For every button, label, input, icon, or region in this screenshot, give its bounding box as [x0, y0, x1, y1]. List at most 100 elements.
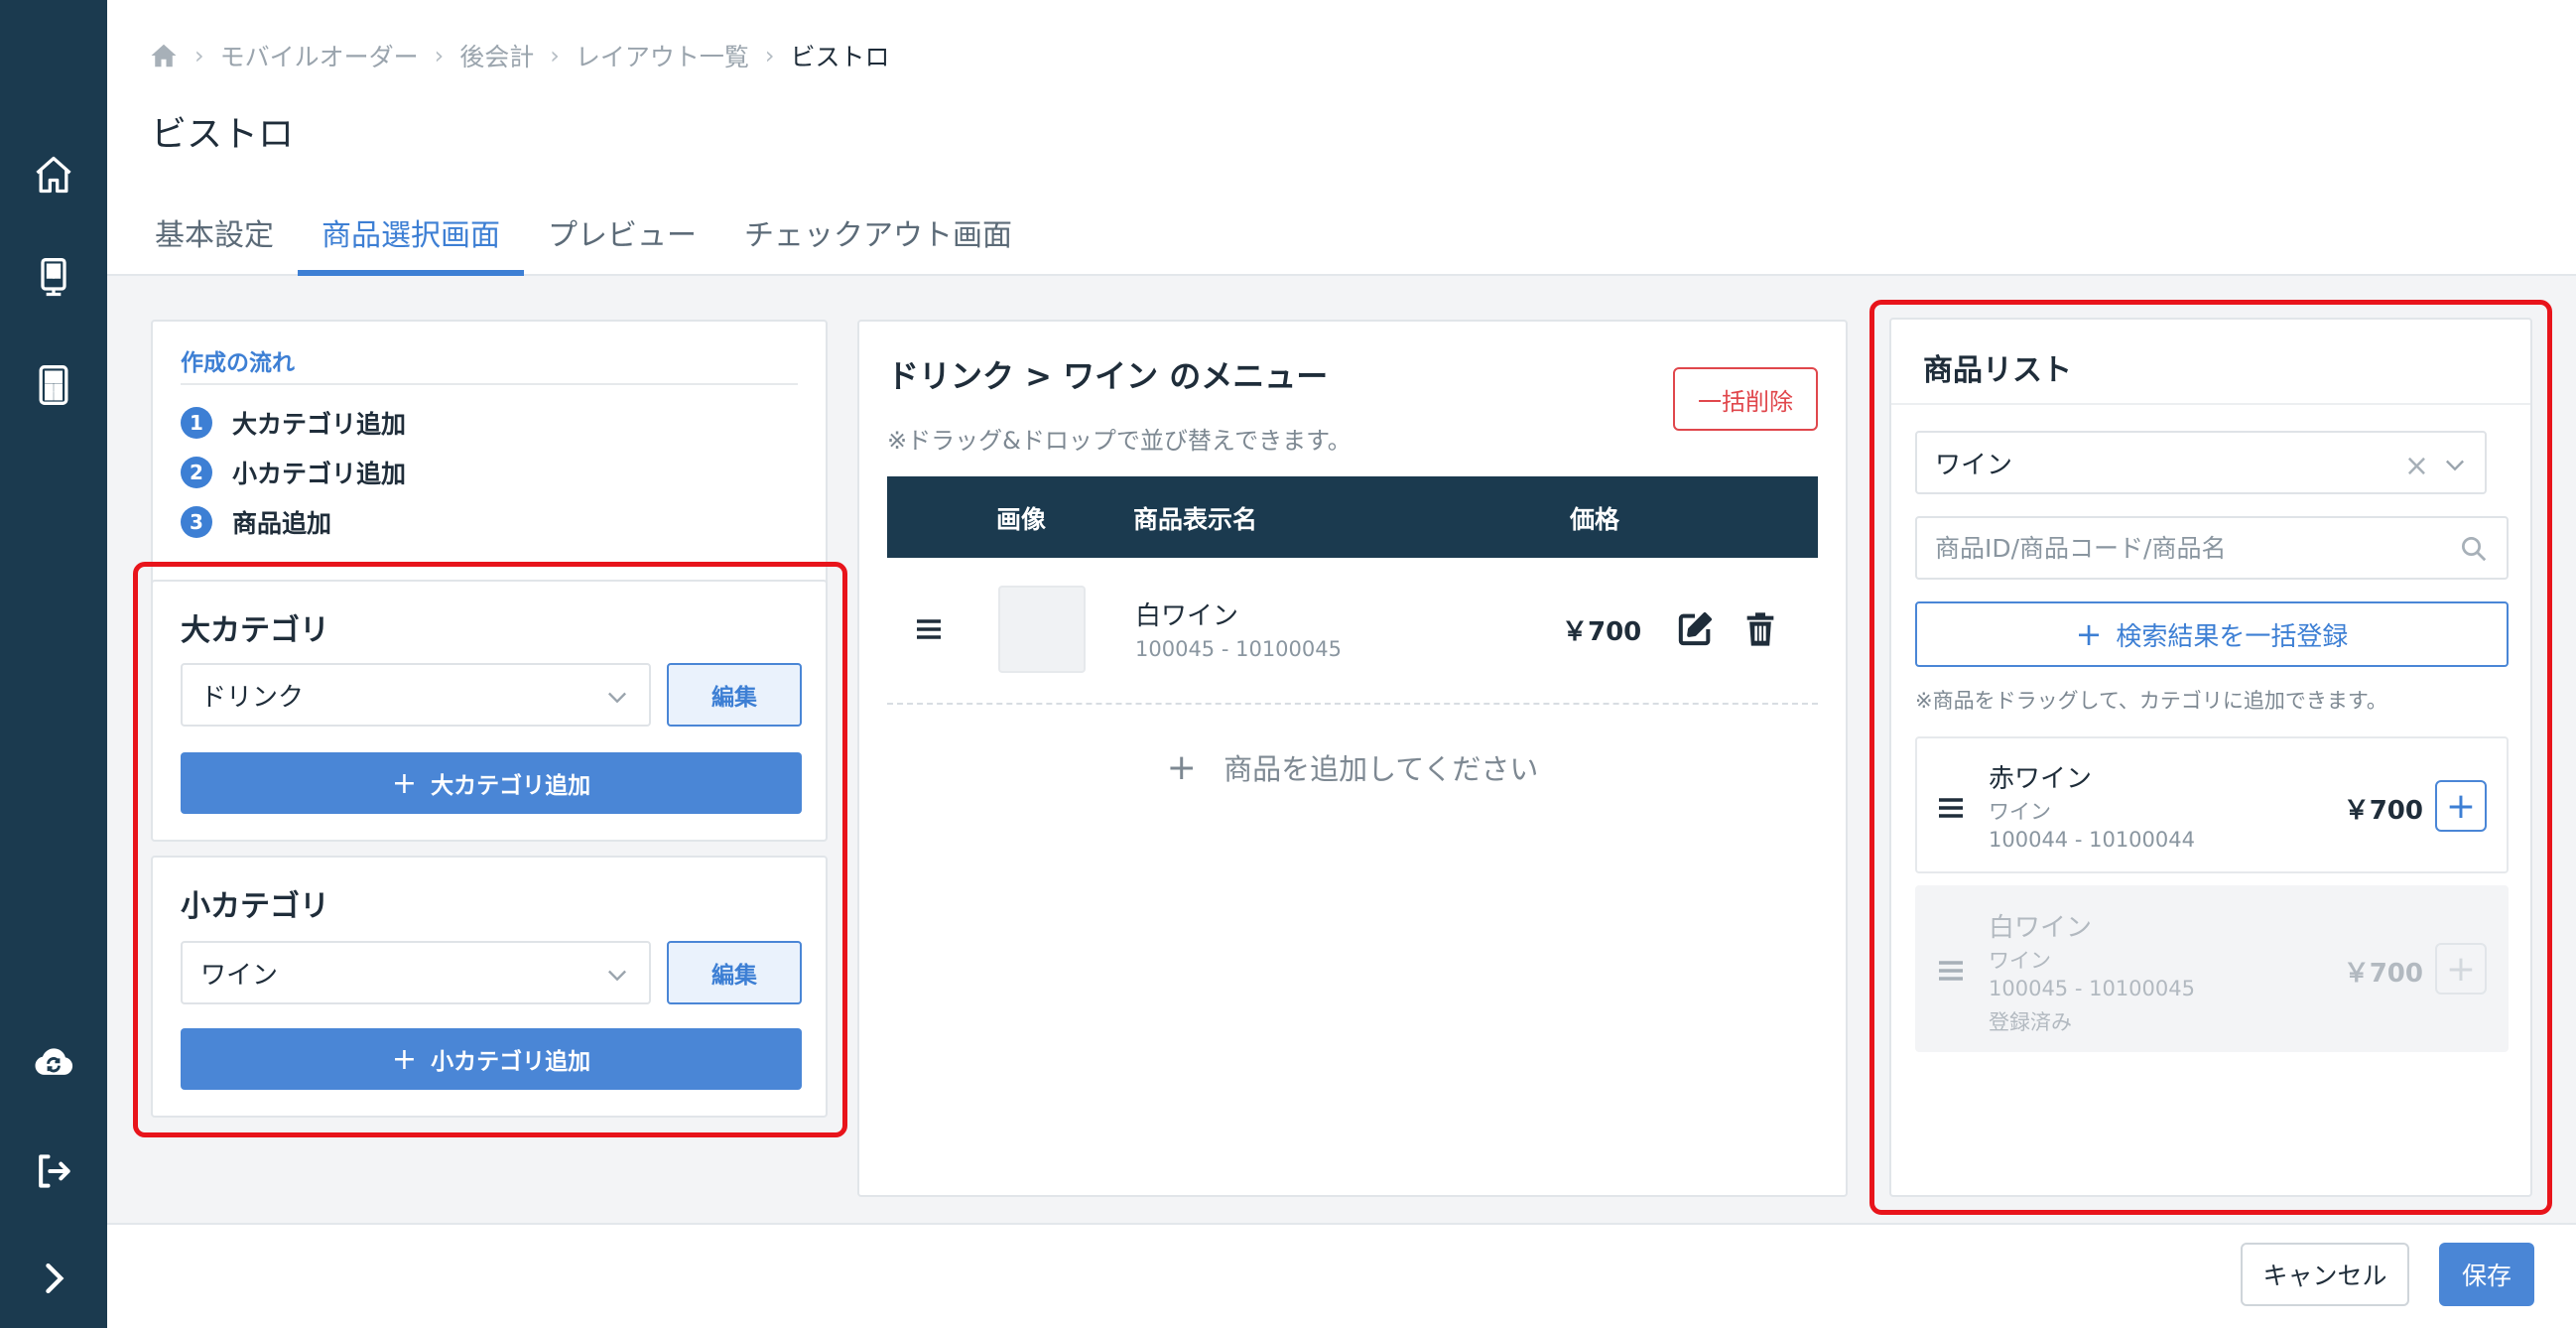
tablet-icon[interactable] [24, 355, 83, 415]
clear-icon[interactable]: × [2404, 449, 2429, 483]
page-header: › モバイルオーダー › 後会計 › レイアウト一覧 › ビストロ ビストロ 基… [107, 0, 2576, 276]
minor-category-card: 小カテゴリ ワイン 編集 + 小カテゴリ追加 [151, 856, 828, 1118]
edit-major-category-button[interactable]: 編集 [667, 663, 802, 727]
divider [181, 383, 798, 385]
chevron-right-icon[interactable] [24, 1249, 83, 1308]
minor-category-heading: 小カテゴリ [181, 889, 329, 924]
column-header-price: 価格 [1570, 505, 1620, 534]
bulk-register-button[interactable]: + 検索結果を一括登録 [1915, 601, 2509, 667]
home-icon[interactable] [24, 145, 83, 204]
tab-basic-settings[interactable]: 基本設定 [131, 199, 298, 276]
tab-checkout[interactable]: チェックアウト画面 [720, 199, 1036, 276]
plus-icon: + [391, 765, 418, 801]
product-code: 100045 - 10100045 [1135, 637, 1342, 661]
column-header-image: 画像 [996, 505, 1047, 534]
save-button[interactable]: 保存 [2439, 1243, 2534, 1306]
add-major-category-button[interactable]: + 大カテゴリ追加 [181, 752, 802, 814]
minor-category-select[interactable]: ワイン [181, 941, 651, 1004]
product-list-card: 商品リスト ワイン × + 検索結果を一括登録 ※商品をドラッグして、カテゴリに… [1889, 318, 2532, 1197]
chevron-down-icon [608, 692, 626, 704]
column-header-name: 商品表示名 [1133, 505, 1258, 534]
step-number: 2 [181, 457, 212, 488]
edit-minor-category-button[interactable]: 編集 [667, 941, 802, 1004]
product-list-title: 商品リスト [1923, 353, 2072, 388]
add-product-prompt[interactable]: + 商品を追加してください [859, 746, 1846, 788]
plus-icon: + [391, 1041, 418, 1077]
product-list-item[interactable]: 赤ワイン ワイン 100044 - 10100044 ￥700 + [1915, 736, 2509, 873]
plus-icon: + [2075, 615, 2103, 653]
product-category: ワイン [1989, 800, 2051, 824]
category-filter-select[interactable]: ワイン × [1915, 431, 2487, 494]
flow-step: 3 商品追加 [181, 502, 331, 542]
divider [1891, 403, 2530, 405]
product-search-field [1915, 516, 2509, 580]
plus-icon: + [1166, 747, 1197, 788]
table-row[interactable]: 白ワイン 100045 - 10100045 ￥700 [887, 558, 1818, 705]
page-title: ビストロ [151, 114, 295, 155]
product-code: 100045 - 10100045 [1989, 977, 2195, 1000]
button-label: 検索結果を一括登録 [2116, 621, 2349, 652]
kiosk-icon[interactable] [24, 248, 83, 308]
breadcrumb-current: ビストロ [790, 43, 890, 71]
menu-note: ※ドラッグ&ドロップで並び替えできます。 [887, 427, 1352, 455]
selected-value: ワイン [1935, 450, 2013, 480]
product-price: ￥700 [2343, 959, 2423, 989]
step-number: 3 [181, 506, 212, 538]
breadcrumb-separator: › [550, 42, 560, 69]
product-price: ￥700 [2343, 796, 2423, 826]
product-name: 白ワイン [1135, 601, 1239, 631]
product-category: ワイン [1989, 949, 2051, 973]
product-list-note: ※商品をドラッグして、カテゴリに追加できます。 [1915, 689, 2387, 713]
breadcrumb-item[interactable]: 後会計 [459, 38, 534, 73]
trash-icon[interactable] [1740, 609, 1780, 649]
add-product-button[interactable]: + [2435, 780, 2487, 832]
logout-icon[interactable] [24, 1141, 83, 1201]
edit-icon[interactable] [1675, 609, 1715, 649]
step-label: 商品追加 [232, 509, 332, 538]
major-category-select[interactable]: ドリンク [181, 663, 651, 727]
cloud-sync-icon[interactable] [24, 1032, 83, 1092]
menu-card: ドリンク > ワイン のメニュー ※ドラッグ&ドロップで並び替えできます。 一括… [857, 320, 1848, 1197]
breadcrumb: › モバイルオーダー › 後会計 › レイアウト一覧 › ビストロ [149, 36, 890, 75]
breadcrumb-separator: › [194, 42, 204, 69]
tab-product-selection[interactable]: 商品選択画面 [298, 199, 524, 276]
drag-handle-icon [1939, 961, 1963, 981]
creation-flow-card: 作成の流れ 1 大カテゴリ追加 2 小カテゴリ追加 3 商品追加 [151, 320, 828, 588]
selected-value: ワイン [200, 960, 279, 991]
table-header: 画像 商品表示名 価格 [887, 476, 1818, 558]
selected-value: ドリンク [200, 682, 305, 713]
search-icon[interactable] [2459, 534, 2489, 564]
breadcrumb-separator: › [764, 42, 775, 69]
flow-step: 2 小カテゴリ追加 [181, 453, 406, 492]
add-minor-category-button[interactable]: + 小カテゴリ追加 [181, 1028, 802, 1090]
cancel-button[interactable]: キャンセル [2241, 1243, 2409, 1306]
product-code: 100044 - 10100044 [1989, 828, 2195, 852]
menu-title: ドリンク > ワイン のメニュー [887, 357, 1329, 395]
flow-step: 1 大カテゴリ追加 [181, 403, 406, 443]
delete-all-button[interactable]: 一括削除 [1673, 367, 1818, 431]
product-price: ￥700 [1562, 617, 1642, 647]
product-name: 白ワイン [1989, 913, 2093, 943]
drag-handle-icon[interactable] [913, 613, 945, 645]
major-category-heading: 大カテゴリ [181, 613, 329, 648]
breadcrumb-item[interactable]: レイアウト一覧 [576, 38, 749, 73]
drag-handle-icon[interactable] [1935, 792, 1967, 824]
registered-badge: 登録済み [1989, 1010, 2072, 1034]
step-label: 小カテゴリ追加 [232, 460, 407, 488]
footer-bar [107, 1223, 2576, 1328]
tab-bar: 基本設定 商品選択画面 プレビュー チェックアウト画面 [131, 199, 1036, 276]
step-label: 大カテゴリ追加 [232, 410, 407, 439]
add-product-button: + [2435, 943, 2487, 995]
product-name: 赤ワイン [1989, 764, 2093, 794]
chevron-down-icon [2446, 460, 2464, 471]
button-label: 大カテゴリ追加 [431, 773, 591, 799]
breadcrumb-item[interactable]: モバイルオーダー [220, 38, 419, 73]
tab-preview[interactable]: プレビュー [524, 199, 720, 276]
add-product-label: 商品を追加してください [1224, 752, 1539, 786]
button-label: 小カテゴリ追加 [431, 1049, 591, 1075]
product-list-item: 白ワイン ワイン 100045 - 10100045 登録済み ￥700 + [1915, 885, 2509, 1052]
product-image-placeholder [998, 586, 1086, 673]
search-input[interactable] [1935, 533, 2431, 563]
home-breadcrumb-icon[interactable] [149, 41, 179, 70]
chevron-down-icon [608, 970, 626, 982]
